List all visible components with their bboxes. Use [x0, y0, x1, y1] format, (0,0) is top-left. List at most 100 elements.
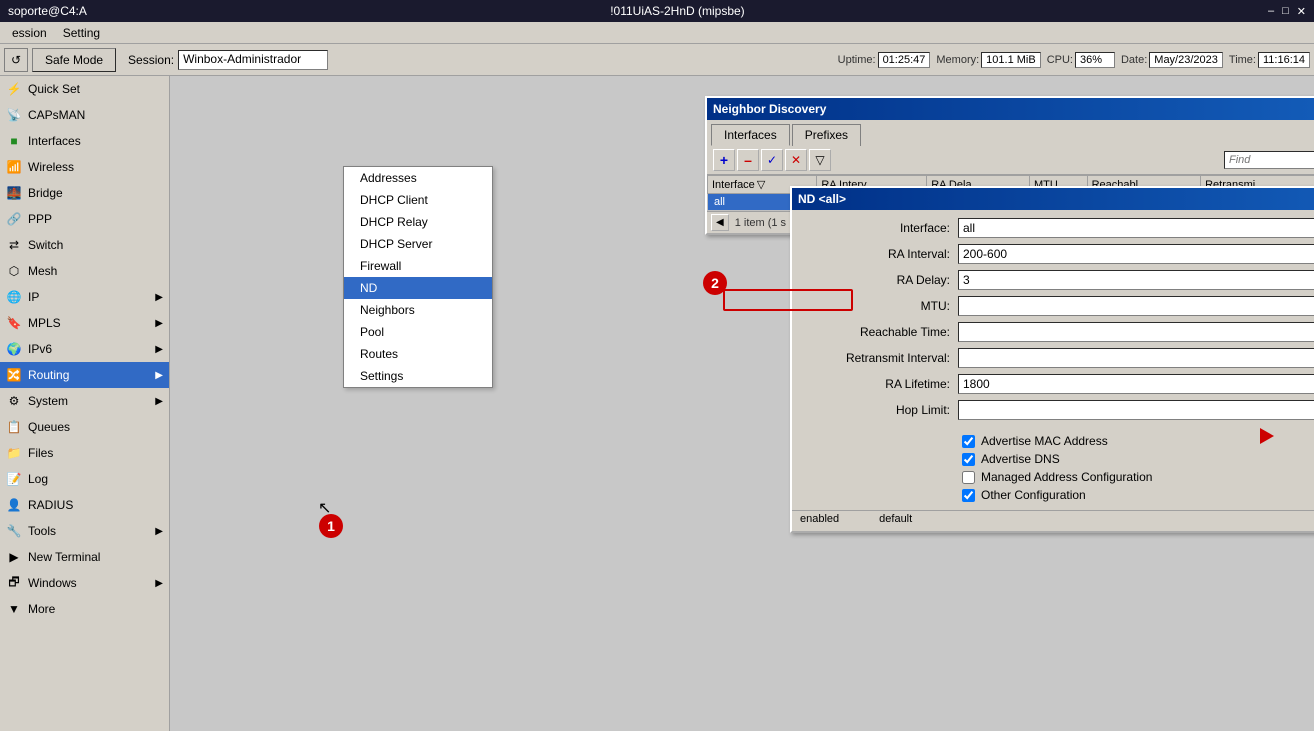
menu-session[interactable]: ession — [4, 24, 55, 42]
time-value: 11:16:14 — [1258, 52, 1310, 68]
other-config-label: Other Configuration — [981, 488, 1086, 502]
reachable-time-label: Reachable Time: — [800, 325, 950, 339]
other-config-checkbox[interactable] — [962, 489, 975, 502]
sidebar-item-new-terminal[interactable]: ▶ New Terminal — [0, 544, 169, 570]
sidebar-item-windows[interactable]: 🗗 Windows ▶ — [0, 570, 169, 596]
sidebar-item-capsman[interactable]: 📡 CAPsMAN — [0, 102, 169, 128]
advertise-mac-checkbox[interactable] — [962, 435, 975, 448]
menu-item-routes[interactable]: Routes — [344, 343, 492, 365]
ip-icon: 🌐 — [6, 289, 22, 305]
sidebar-item-bridge[interactable]: 🌉 Bridge — [0, 180, 169, 206]
sidebar-label-mesh: Mesh — [28, 264, 163, 278]
nd-detail-title: ND <all> — [798, 192, 846, 206]
hop-limit-group: ▼ — [958, 400, 1314, 420]
menu-item-firewall[interactable]: Firewall — [344, 255, 492, 277]
managed-address-row: Managed Address Configuration — [792, 470, 1314, 484]
nd-cross-btn[interactable]: ✕ — [785, 149, 807, 171]
sidebar-item-log[interactable]: 📝 Log — [0, 466, 169, 492]
sidebar-item-ip[interactable]: 🌐 IP ▶ — [0, 284, 169, 310]
reachable-time-input[interactable] — [958, 322, 1314, 342]
sidebar-item-mesh[interactable]: ⬡ Mesh — [0, 258, 169, 284]
sidebar-label-interfaces: Interfaces — [28, 134, 163, 148]
files-icon: 📁 — [6, 445, 22, 461]
windows-arrow: ▶ — [155, 578, 163, 589]
sidebar-item-queues[interactable]: 📋 Queues — [0, 414, 169, 440]
menu-item-settings[interactable]: Settings — [344, 365, 492, 387]
date-value: May/23/2023 — [1149, 52, 1223, 68]
sidebar-item-quick-set[interactable]: ⚡ Quick Set — [0, 76, 169, 102]
sidebar-item-ppp[interactable]: 🔗 PPP — [0, 206, 169, 232]
ra-interval-row: RA Interval: s — [792, 244, 1314, 264]
ra-lifetime-input[interactable] — [958, 374, 1314, 394]
mtu-input[interactable] — [958, 296, 1314, 316]
sidebar-item-system[interactable]: ⚙ System ▶ — [0, 388, 169, 414]
sidebar-item-files[interactable]: 📁 Files — [0, 440, 169, 466]
advertise-dns-row: Advertise DNS — [792, 452, 1314, 466]
sidebar-label-new-terminal: New Terminal — [28, 550, 163, 564]
minimize-btn[interactable]: – — [1268, 5, 1274, 18]
tab-prefixes[interactable]: Prefixes — [792, 124, 861, 146]
ra-lifetime-row: RA Lifetime: ▲ s — [792, 374, 1314, 394]
mtu-field-group: ▼ — [958, 296, 1314, 316]
sidebar-item-radius[interactable]: 👤 RADIUS — [0, 492, 169, 518]
menu-item-pool[interactable]: Pool — [344, 321, 492, 343]
refresh-btn[interactable]: ↺ — [4, 48, 28, 72]
sidebar-label-log: Log — [28, 472, 163, 486]
nd-filter-btn[interactable]: ▽ — [809, 149, 831, 171]
cursor-indicator: ↖ — [318, 498, 331, 518]
ra-delay-label: RA Delay: — [800, 273, 950, 287]
hop-limit-input[interactable] — [958, 400, 1314, 420]
retransmit-row: Retransmit Interval: ▼ s — [792, 348, 1314, 368]
ra-lifetime-label: RA Lifetime: — [800, 377, 950, 391]
safe-mode-btn[interactable]: Safe Mode — [32, 48, 116, 72]
ra-delay-row: RA Delay: s — [792, 270, 1314, 290]
nd-toolbar: + – ✓ ✕ ▽ — [707, 146, 1314, 175]
ra-interval-input[interactable] — [958, 244, 1314, 264]
sidebar-item-tools[interactable]: 🔧 Tools ▶ — [0, 518, 169, 544]
uptime-value: 01:25:47 — [878, 52, 931, 68]
managed-address-checkbox[interactable] — [962, 471, 975, 484]
sidebar-label-files: Files — [28, 446, 163, 460]
nd-check-btn[interactable]: ✓ — [761, 149, 783, 171]
routing-icon: 🔀 — [6, 367, 22, 383]
sidebar-item-wireless[interactable]: 📶 Wireless — [0, 154, 169, 180]
nd-remove-btn[interactable]: – — [737, 149, 759, 171]
interface-input[interactable] — [958, 218, 1314, 238]
menu-item-dhcp-server[interactable]: DHCP Server — [344, 233, 492, 255]
sidebar-label-more: More — [28, 602, 163, 616]
sidebar-item-routing[interactable]: 🔀 Routing ▶ — [0, 362, 169, 388]
nd-add-btn[interactable]: + — [713, 149, 735, 171]
retransmit-input[interactable] — [958, 348, 1314, 368]
title-bar: soporte@C4:A !011UiAS-2HnD (mipsbe) – □ … — [0, 0, 1314, 22]
sidebar-item-interfaces[interactable]: ■ Interfaces — [0, 128, 169, 154]
maximize-btn[interactable]: □ — [1282, 5, 1289, 18]
hop-limit-row: Hop Limit: ▼ — [792, 400, 1314, 420]
switch-icon: ⇄ — [6, 237, 22, 253]
status-info: Uptime: 01:25:47 Memory: 101.1 MiB CPU: … — [838, 52, 1310, 68]
mpls-arrow: ▶ — [155, 318, 163, 329]
menu-item-neighbors[interactable]: Neighbors — [344, 299, 492, 321]
sidebar-item-more[interactable]: ▼ More — [0, 596, 169, 622]
scroll-left-btn[interactable]: ◀ — [711, 214, 729, 231]
tab-interfaces[interactable]: Interfaces — [711, 124, 790, 146]
sidebar-item-mpls[interactable]: 🔖 MPLS ▶ — [0, 310, 169, 336]
interfaces-icon: ■ — [6, 133, 22, 149]
tools-icon: 🔧 — [6, 523, 22, 539]
menu-item-nd[interactable]: ND — [344, 277, 492, 299]
managed-address-label: Managed Address Configuration — [981, 470, 1152, 484]
close-btn[interactable]: ✕ — [1297, 5, 1306, 18]
advertise-dns-checkbox[interactable] — [962, 453, 975, 466]
capsman-icon: 📡 — [6, 107, 22, 123]
nd-find-input[interactable] — [1224, 151, 1314, 169]
advertise-mac-label: Advertise MAC Address — [981, 434, 1108, 448]
menu-setting[interactable]: Setting — [55, 24, 108, 42]
title-center: !011UiAS-2HnD (mipsbe) — [610, 4, 745, 18]
menu-item-dhcp-relay[interactable]: DHCP Relay — [344, 211, 492, 233]
more-icon: ▼ — [6, 601, 22, 617]
date-label: Date: — [1121, 54, 1147, 66]
menu-item-dhcp-client[interactable]: DHCP Client — [344, 189, 492, 211]
menu-item-addresses[interactable]: Addresses — [344, 167, 492, 189]
ra-delay-input[interactable] — [958, 270, 1314, 290]
sidebar-item-ipv6[interactable]: 🌍 IPv6 ▶ — [0, 336, 169, 362]
sidebar-item-switch[interactable]: ⇄ Switch — [0, 232, 169, 258]
